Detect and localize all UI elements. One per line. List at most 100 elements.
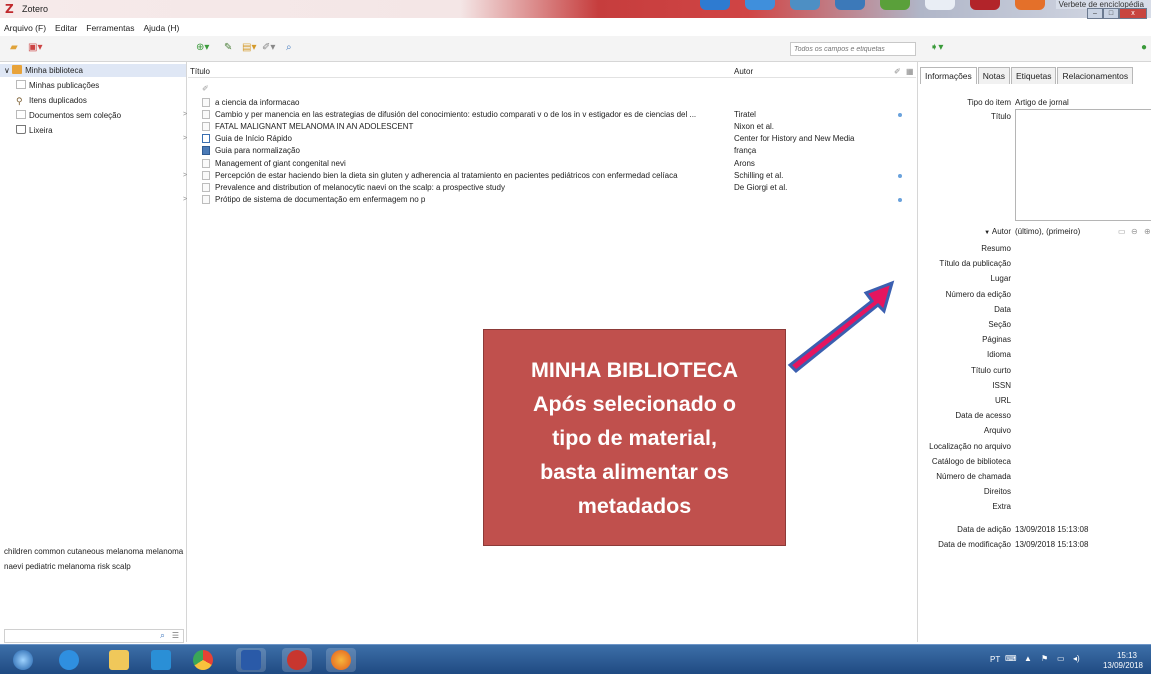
attachment-dot-icon[interactable] <box>898 173 902 178</box>
language-indicator[interactable]: PT <box>990 655 1000 664</box>
minimize-button[interactable]: – <box>1087 8 1103 19</box>
field-row[interactable]: Localização no arquivo <box>918 440 1151 453</box>
collections-pane: ∨ Minha biblioteca Minhas publicações ⚲ I… <box>0 62 187 643</box>
advanced-search-icon[interactable]: ⌕ <box>286 43 292 53</box>
clock-time[interactable]: 15:13 <box>1117 651 1137 660</box>
column-picker-icon[interactable]: ▦ <box>906 67 914 76</box>
window-controls: – □ x <box>1087 8 1147 19</box>
field-row[interactable]: Data <box>918 303 1151 316</box>
item-row[interactable]: > Prótipo de sistema de documentação em e… <box>183 194 916 206</box>
column-author[interactable]: Autor <box>734 67 753 76</box>
menu-ajuda[interactable]: Ajuda (H) <box>143 23 179 33</box>
flag-icon[interactable]: ⚑ <box>1041 654 1048 663</box>
field-row[interactable]: Extra <box>918 500 1151 513</box>
chevron-right-icon[interactable]: > <box>183 194 191 206</box>
field-row[interactable]: Data de acesso <box>918 409 1151 422</box>
taskbar-ie[interactable] <box>54 648 84 672</box>
menu-editar[interactable]: Editar <box>55 23 77 33</box>
taskbar-firefox[interactable] <box>326 648 356 672</box>
sync-icon[interactable]: ● <box>1141 43 1147 53</box>
start-button[interactable] <box>8 648 38 672</box>
new-collection-icon[interactable]: ▰ <box>10 43 18 53</box>
tag-selector[interactable]: children common cutaneous melanoma melan… <box>4 544 184 574</box>
taskbar-chrome[interactable] <box>188 648 218 672</box>
field-row[interactable]: Páginas <box>918 333 1151 346</box>
collection-unfiled[interactable]: Documentos sem coleção <box>0 109 186 122</box>
item-type-select[interactable]: Artigo de jornal <box>1015 96 1069 109</box>
chevron-up-icon[interactable]: ▲ <box>1024 654 1032 663</box>
item-title: Cambio y per manencia en las estrategias… <box>215 110 697 120</box>
chevron-right-icon[interactable]: > <box>183 133 191 145</box>
chevron-down-icon[interactable]: ∨ <box>4 66 10 75</box>
field-row[interactable]: Número de chamada <box>918 470 1151 483</box>
item-row[interactable]: > Cambio y per manencia en las estrategia… <box>183 109 916 121</box>
field-row[interactable]: Idioma <box>918 348 1151 361</box>
field-row[interactable]: Direitos <box>918 485 1151 498</box>
internet-explorer-icon <box>59 650 79 670</box>
column-title[interactable]: Título <box>190 67 210 76</box>
author-label[interactable]: ▼ Autor <box>984 225 1011 240</box>
new-item-icon[interactable]: ⊕▾ <box>196 43 209 53</box>
item-row[interactable]: Management of giant congenital nevi Arons <box>188 158 916 170</box>
swap-name-icon[interactable]: ▭ <box>1118 225 1126 238</box>
remove-author-icon[interactable]: ⊖ <box>1131 225 1138 238</box>
field-row[interactable]: Resumo <box>918 242 1151 255</box>
item-row[interactable]: > Guia de Início Rápido Center for History… <box>183 133 916 145</box>
chevron-right-icon[interactable]: > <box>183 109 191 121</box>
item-row[interactable]: Prevalence and distribution of melanocyt… <box>188 182 916 194</box>
menu-arquivo[interactable]: Arquivo (F) <box>4 23 46 33</box>
attachment-dot-icon[interactable] <box>898 113 902 118</box>
field-row[interactable]: Título curto <box>918 364 1151 377</box>
locate-icon[interactable]: ➧▾ <box>930 43 943 53</box>
attachment-dot-icon[interactable] <box>898 197 902 202</box>
tag-filter-input[interactable]: ⌕ ☰ <box>4 629 184 643</box>
add-author-icon[interactable]: ⊕ <box>1144 225 1151 238</box>
field-label: Resumo <box>981 244 1011 253</box>
item-row[interactable]: FATAL MALIGNANT MELANOMA IN AN ADOLESCEN… <box>188 121 916 133</box>
tab-info[interactable]: Informações <box>920 67 977 84</box>
field-row[interactable]: Título da publicação <box>918 257 1151 270</box>
field-label: URL <box>994 396 1011 405</box>
collection-my-library[interactable]: ∨ Minha biblioteca <box>0 64 186 77</box>
tab-tags[interactable]: Etiquetas <box>1011 67 1057 84</box>
field-row[interactable]: Seção <box>918 318 1151 331</box>
attachment-column-icon[interactable]: ✐ <box>894 67 901 76</box>
field-row[interactable]: URL <box>918 394 1151 407</box>
field-row[interactable]: Catálogo de biblioteca <box>918 455 1151 468</box>
journal-article-icon <box>202 170 210 180</box>
maximize-button[interactable]: □ <box>1103 8 1119 19</box>
field-row[interactable]: Lugar <box>918 272 1151 285</box>
network-icon[interactable]: ▭ <box>1057 654 1065 663</box>
keyboard-icon[interactable]: ⌨ <box>1005 654 1017 663</box>
field-label: Título curto <box>970 365 1011 375</box>
tab-related[interactable]: Relacionamentos <box>1057 67 1134 84</box>
add-by-identifier-icon[interactable]: ✎ <box>224 43 232 53</box>
clock-date[interactable]: 13/09/2018 <box>1103 661 1143 670</box>
attachment-icon[interactable]: ✐▾ <box>262 43 275 53</box>
field-row[interactable]: Número da edição <box>918 288 1151 301</box>
field-row[interactable]: Arquivo <box>918 424 1151 437</box>
close-button[interactable]: x <box>1119 8 1147 19</box>
collection-duplicates[interactable]: ⚲ Itens duplicados <box>0 94 186 107</box>
menu-ferramentas[interactable]: Ferramentas <box>86 23 134 33</box>
tab-notes[interactable]: Notas <box>977 67 1010 84</box>
taskbar-word[interactable] <box>236 648 266 672</box>
title-field[interactable] <box>1015 109 1151 221</box>
item-row[interactable]: a ciencia da informacao <box>188 97 916 109</box>
search-input[interactable] <box>790 42 916 56</box>
new-feed-icon[interactable]: ▣▾ <box>28 43 42 53</box>
collection-my-publications[interactable]: Minhas publicações <box>0 79 186 92</box>
taskbar-explorer[interactable] <box>104 648 134 672</box>
new-note-icon[interactable]: ▤▾ <box>242 43 256 53</box>
tag-menu-icon[interactable]: ☰ <box>172 631 179 640</box>
collection-trash[interactable]: Lixeira <box>0 124 186 137</box>
author-value[interactable]: (último), (primeiro) <box>1015 225 1080 238</box>
field-row[interactable]: ISSN <box>918 379 1151 392</box>
field-label: Data <box>994 304 1011 314</box>
item-row[interactable]: Guia para normalização frança <box>188 145 916 157</box>
item-row[interactable]: > Percepción de estar haciendo bien la di… <box>183 170 916 182</box>
taskbar-media[interactable] <box>146 648 176 672</box>
taskbar-zotero[interactable] <box>282 648 312 672</box>
chevron-right-icon[interactable]: > <box>183 170 191 182</box>
volume-icon[interactable]: ◂) <box>1073 654 1080 663</box>
